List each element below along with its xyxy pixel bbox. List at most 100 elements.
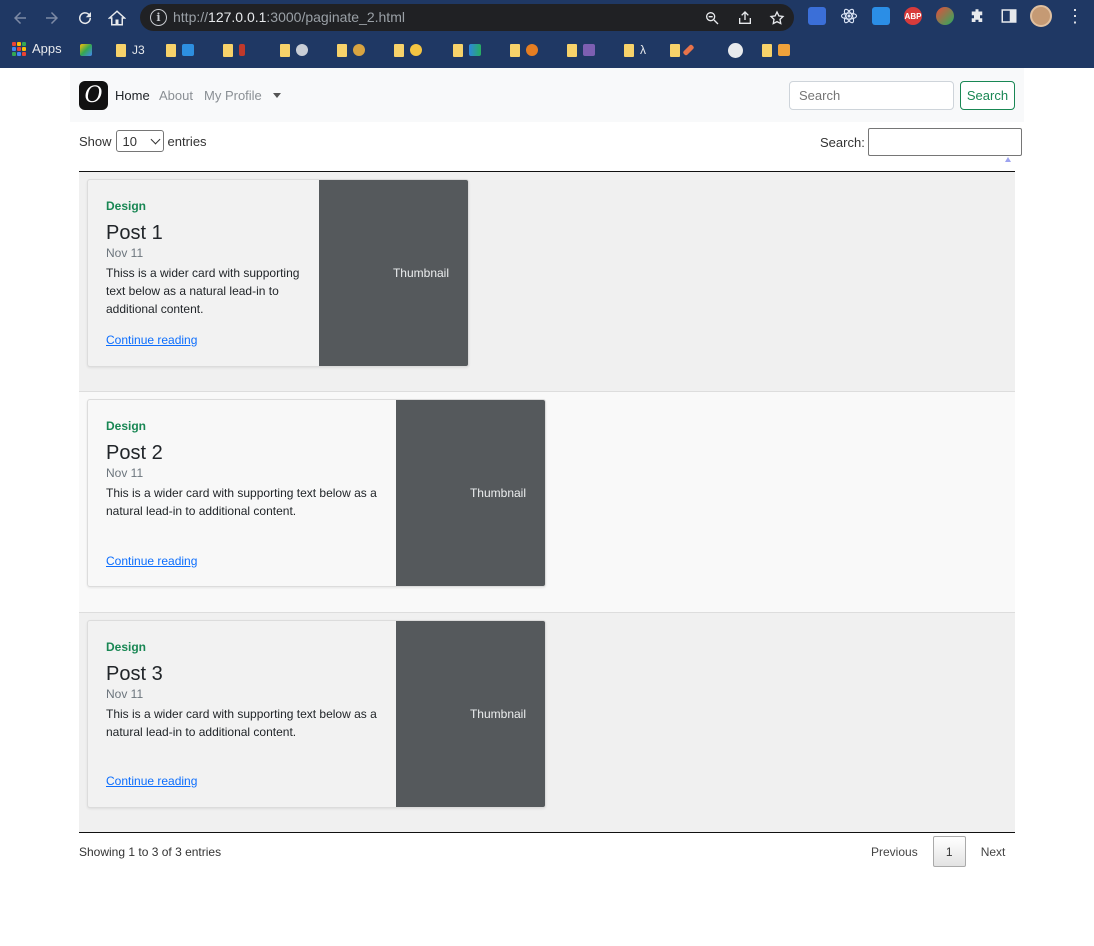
folder-icon	[624, 43, 634, 57]
navbar-search-button[interactable]: Search	[960, 81, 1015, 110]
bookmark-monitor[interactable]	[166, 42, 194, 58]
address-url[interactable]: http://127.0.0.1:3000/paginate_2.html	[173, 9, 405, 25]
bookmark-github[interactable]	[728, 42, 743, 58]
share-icon[interactable]	[737, 10, 753, 26]
bookmark-pencil[interactable]	[670, 42, 695, 58]
gear-icon	[296, 44, 308, 56]
browser-menu-icon[interactable]: ⋮	[1066, 7, 1084, 25]
post-card: Design Post 2 Nov 11 This is a wider car…	[87, 399, 546, 587]
post-date: Nov 11	[106, 466, 144, 480]
apps-grid-icon	[12, 41, 26, 56]
table-filter: Search:	[820, 128, 1022, 156]
extensions-puzzle-icon[interactable]	[968, 7, 986, 25]
forward-arrow-icon[interactable]	[40, 6, 64, 30]
purple-logo-icon	[583, 44, 595, 56]
post-text: This is a wider card with supporting tex…	[106, 486, 377, 518]
post-card: Design Post 1 Nov 11 Thiss is a wider ca…	[87, 179, 469, 367]
post-date: Nov 11	[106, 687, 144, 701]
bookmark-purple[interactable]	[567, 42, 595, 58]
drive-icon	[80, 44, 92, 56]
money-bag-icon	[353, 44, 365, 56]
bookmark-apps[interactable]: Apps	[12, 41, 62, 56]
nav-link-about[interactable]: About	[159, 88, 193, 103]
house-icon	[778, 44, 790, 56]
next-page-button[interactable]: Next	[970, 836, 1017, 867]
post-text: Thiss is a wider card with supporting te…	[106, 266, 300, 316]
table-bottom-border	[79, 832, 1015, 833]
monitor-icon	[182, 44, 194, 56]
reload-icon[interactable]	[73, 6, 97, 30]
table-row: Design Post 3 Nov 11 This is a wider car…	[79, 613, 1015, 832]
browser-chrome: i http://127.0.0.1:3000/paginate_2.html …	[0, 0, 1094, 68]
chevron-down-icon	[150, 134, 160, 145]
pagination: Previous 1 Next	[860, 836, 1016, 867]
folder-icon	[670, 43, 680, 57]
bookmark-face[interactable]	[510, 42, 538, 58]
folder-icon	[223, 43, 233, 57]
thumbnail-image: Thumbnail	[396, 621, 545, 807]
folder-icon	[567, 43, 577, 57]
continue-reading-link[interactable]: Continue reading	[106, 774, 197, 788]
table-info: Showing 1 to 3 of 3 entries	[79, 845, 222, 859]
dropdown-caret-icon[interactable]	[273, 93, 281, 98]
previous-page-button[interactable]: Previous	[860, 836, 929, 867]
folder-icon	[280, 43, 290, 57]
site-info-icon[interactable]: i	[150, 9, 167, 26]
download-extension-icon[interactable]	[872, 7, 890, 25]
bookmark-drive[interactable]	[80, 42, 92, 58]
page-length-select[interactable]: 10	[115, 130, 164, 152]
zoom-icon[interactable]	[704, 10, 720, 26]
profile-avatar[interactable]	[1030, 5, 1052, 27]
bookmark-home[interactable]	[762, 42, 790, 58]
post-title: Post 1	[106, 222, 163, 244]
folder-icon	[510, 43, 520, 57]
post-category: Design	[106, 640, 147, 654]
side-panel-icon[interactable]	[1000, 7, 1018, 25]
post-card: Design Post 3 Nov 11 This is a wider car…	[87, 620, 546, 808]
bookmark-j3[interactable]: J3	[116, 42, 145, 58]
site-navbar: O Home About My Profile Search	[70, 68, 1024, 122]
post-category: Design	[106, 199, 147, 213]
bookmark-red[interactable]	[223, 42, 245, 58]
post-text: This is a wider card with supporting tex…	[106, 707, 377, 739]
github-icon	[728, 42, 743, 58]
red-mark-icon	[239, 44, 245, 56]
nav-link-home[interactable]: Home	[115, 88, 150, 103]
table-row: Design Post 1 Nov 11 Thiss is a wider ca…	[79, 172, 1015, 391]
bookmark-star-icon[interactable]	[769, 10, 785, 26]
continue-reading-link[interactable]: Continue reading	[106, 333, 197, 347]
folder-icon	[116, 43, 126, 57]
navbar-search-input[interactable]	[789, 81, 954, 110]
table-search-input[interactable]	[867, 128, 1022, 156]
thumbnail-image: Thumbnail	[396, 400, 545, 586]
folder-icon	[166, 43, 176, 57]
bookmarks-bar: Apps J3 λ	[0, 36, 1094, 64]
address-bar[interactable]: i http://127.0.0.1:3000/paginate_2.html	[140, 4, 794, 31]
nav-link-my-profile[interactable]: My Profile	[204, 88, 262, 103]
page-1-button[interactable]: 1	[932, 836, 966, 867]
bookmark-muscle[interactable]	[394, 42, 422, 58]
table-length-control: Show 10 entries	[79, 130, 207, 152]
back-arrow-icon[interactable]	[8, 6, 32, 30]
post-title: Post 3	[106, 663, 163, 685]
bookmark-lambda[interactable]: λ	[624, 42, 646, 58]
thumbnail-image: Thumbnail	[319, 180, 468, 366]
sort-ascending-icon[interactable]	[1005, 157, 1011, 162]
react-devtools-icon[interactable]	[840, 7, 858, 25]
table-row: Design Post 2 Nov 11 This is a wider car…	[79, 392, 1015, 612]
face-icon	[526, 44, 538, 56]
bookmark-chart[interactable]	[453, 42, 481, 58]
bookmark-settings[interactable]	[280, 42, 308, 58]
post-category: Design	[106, 419, 147, 433]
continue-reading-link[interactable]: Continue reading	[106, 554, 197, 568]
color-extension-icon[interactable]	[936, 7, 954, 25]
post-date: Nov 11	[106, 246, 144, 260]
folder-icon	[394, 43, 404, 57]
extension-shield-icon[interactable]	[808, 7, 826, 25]
folder-icon	[453, 43, 463, 57]
pencil-icon	[682, 43, 695, 57]
adblock-icon[interactable]: ABP	[904, 7, 922, 25]
brand-logo[interactable]: O	[79, 81, 108, 110]
home-icon[interactable]	[105, 6, 129, 30]
bookmark-money[interactable]	[337, 42, 365, 58]
